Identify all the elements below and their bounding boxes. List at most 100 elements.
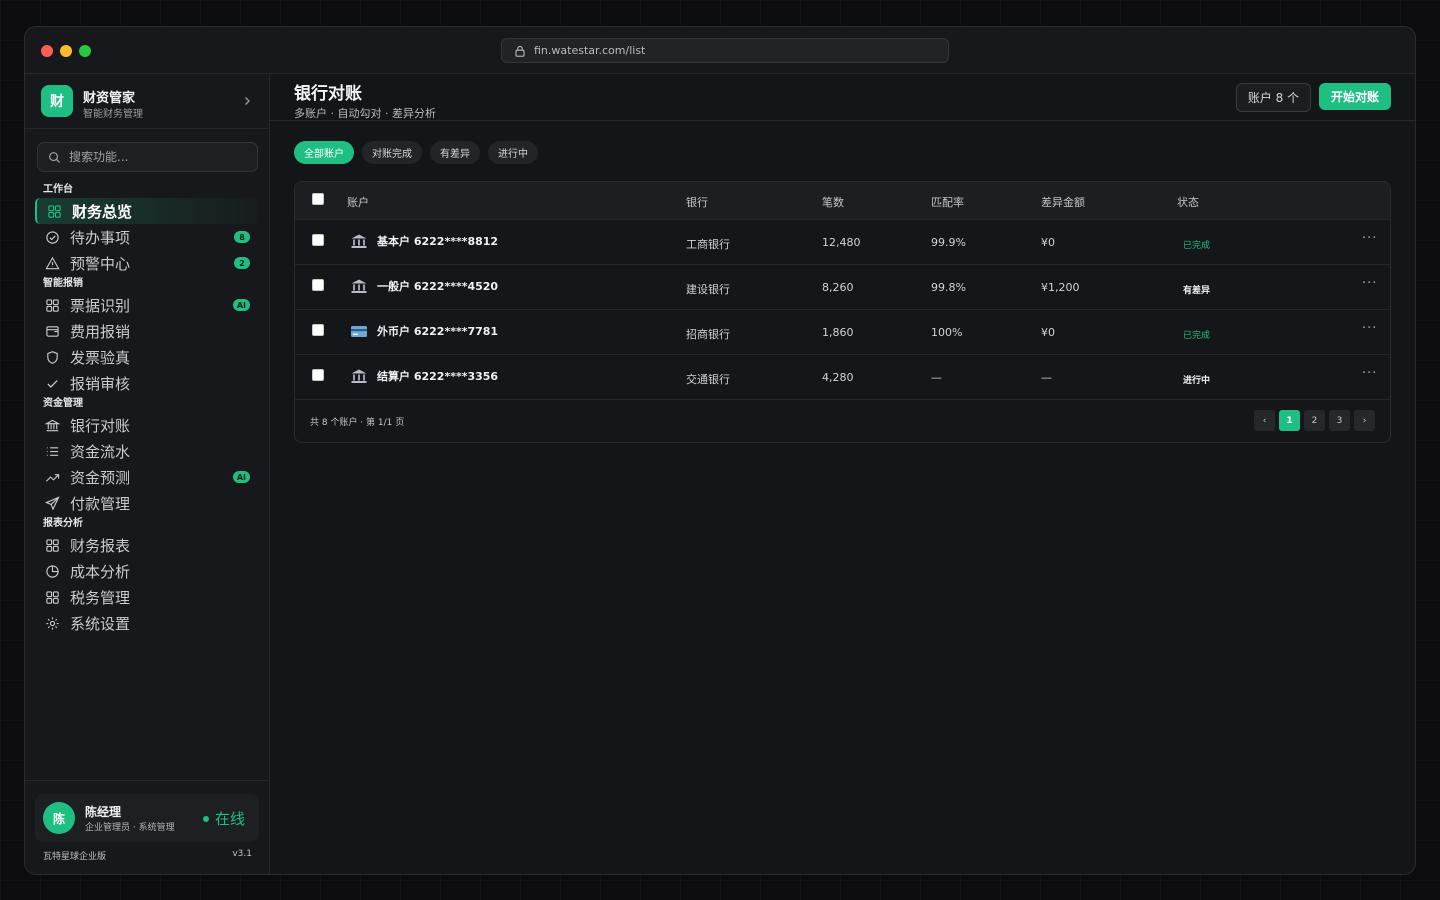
- sidebar-item-label: 发票验真: [70, 348, 131, 367]
- trend-icon: [46, 473, 60, 482]
- sidebar-item-review[interactable]: 报销审核: [25, 370, 270, 396]
- wallet-icon: [46, 325, 59, 337]
- sidebar-item-overview[interactable]: 财务总览: [35, 198, 258, 224]
- header-status: 状态: [1177, 196, 1199, 209]
- maximize-window-button[interactable]: [79, 45, 91, 57]
- rate-cell: 100%: [931, 326, 963, 339]
- chevron-right-icon[interactable]: [241, 95, 253, 107]
- bank-icon: [351, 279, 367, 293]
- select-all-checkbox[interactable]: [312, 193, 324, 205]
- list-icon: [46, 446, 59, 456]
- status-badge: 进行中: [1183, 376, 1211, 386]
- header-rate: 匹配率: [931, 196, 964, 209]
- sidebar-item-receipt-ocr[interactable]: 票据识别 AI: [25, 292, 270, 318]
- account-count-button[interactable]: 账户 8 个: [1236, 83, 1311, 112]
- sidebar-item-cash-flow[interactable]: 资金流水: [25, 438, 270, 464]
- table-row[interactable]: 结算户 6222****3356 交通银行 4,280 — — 进行中 ···: [295, 354, 1390, 399]
- more-actions-button[interactable]: ···: [1362, 231, 1377, 246]
- sidebar-item-forecast[interactable]: 资金预测 AI: [25, 464, 270, 490]
- lock-icon: [515, 45, 525, 57]
- sidebar-item-label: 财务总览: [72, 202, 133, 221]
- filter-diff[interactable]: 有差异: [430, 141, 480, 164]
- page-button-3[interactable]: 3: [1329, 410, 1350, 431]
- gear-icon: [46, 616, 59, 630]
- pagination: ‹ 1 2 3 ›: [1254, 410, 1375, 431]
- address-bar[interactable]: fin.watestar.com/list: [501, 38, 949, 63]
- nav-group-label: 资金管理: [43, 398, 83, 409]
- grid-icon: [46, 538, 59, 552]
- table-row[interactable]: 外币户 6222****7781 招商银行 1,860 100% ¥0 已完成 …: [295, 309, 1390, 354]
- sidebar-item-label: 成本分析: [70, 562, 131, 581]
- prev-page-button[interactable]: ‹: [1254, 410, 1275, 431]
- account-cell: 一般户 6222****4520: [350, 278, 498, 294]
- row-checkbox[interactable]: [312, 324, 324, 336]
- header-count: 笔数: [822, 196, 844, 209]
- account-cell: 外币户 6222****7781: [350, 323, 498, 339]
- filter-all[interactable]: 全部账户: [294, 141, 354, 164]
- row-checkbox[interactable]: [312, 234, 324, 246]
- url-text: fin.watestar.com/list: [534, 44, 646, 57]
- row-checkbox[interactable]: [312, 279, 324, 291]
- sidebar-item-alerts[interactable]: 预警中心 2: [25, 250, 270, 276]
- sidebar-item-invoice-verify[interactable]: 发票验真: [25, 344, 270, 370]
- ai-badge: AI: [232, 299, 250, 311]
- search-box[interactable]: [37, 142, 258, 172]
- rate-cell: 99.9%: [931, 236, 966, 249]
- sidebar-item-label: 付款管理: [70, 494, 131, 513]
- window-controls: [41, 45, 91, 57]
- more-actions-button[interactable]: ···: [1362, 276, 1377, 291]
- page-button-1[interactable]: 1: [1279, 410, 1300, 431]
- status-text: 在线: [214, 810, 245, 828]
- start-reconcile-button[interactable]: 开始对账: [1319, 83, 1391, 110]
- nav-group-label: 工作台: [43, 184, 73, 195]
- sidebar-nav: 工作台 财务总览 待办事项 8 预警中心 2 智能报销 票据识别 AI 费用报销…: [25, 182, 270, 636]
- bank-cell: 交通银行: [686, 373, 730, 386]
- shield-icon: [47, 350, 58, 364]
- grid-icon: [46, 298, 59, 312]
- rate-cell: 99.8%: [931, 281, 966, 294]
- accounts-table: 账户 银行 笔数 匹配率 差异金额 状态 基本户 6222****8812 工商…: [294, 181, 1391, 443]
- page-title: 银行对账: [294, 84, 362, 104]
- user-role: 企业管理员 · 系统管理: [85, 823, 175, 833]
- diff-cell: ¥1,200: [1041, 281, 1080, 294]
- bank-icon: [351, 369, 367, 383]
- row-checkbox[interactable]: [312, 369, 324, 381]
- more-actions-button[interactable]: ···: [1362, 366, 1377, 381]
- close-window-button[interactable]: [41, 45, 53, 57]
- bank-cell: 工商银行: [686, 238, 730, 251]
- account-name: 结算户 6222****3356: [377, 370, 499, 383]
- more-actions-button[interactable]: ···: [1362, 321, 1377, 336]
- header-bank: 银行: [686, 196, 708, 209]
- sidebar-item-cost-analysis[interactable]: 成本分析: [25, 558, 270, 584]
- page-header: 银行对账 多账户 · 自动勾对 · 差异分析 账户 8 个 开始对账: [270, 74, 1415, 121]
- search-input[interactable]: [69, 150, 239, 164]
- warning-icon: [45, 256, 60, 269]
- page-button-2[interactable]: 2: [1304, 410, 1325, 431]
- sidebar-item-todo[interactable]: 待办事项 8: [25, 224, 270, 250]
- check-icon: [47, 379, 58, 388]
- filter-done[interactable]: 对账完成: [362, 141, 422, 164]
- avatar: 陈: [43, 802, 75, 834]
- edition-label: 瓦特星球企业版: [43, 852, 107, 862]
- nav-group-label: 报表分析: [43, 518, 83, 529]
- table-row[interactable]: 一般户 6222****4520 建设银行 8,260 99.8% ¥1,200…: [295, 264, 1390, 309]
- brand-header[interactable]: 财 财资管家 智能财务管理: [25, 74, 269, 129]
- sidebar-item-tax[interactable]: 税务管理: [25, 584, 270, 610]
- filter-running[interactable]: 进行中: [488, 141, 538, 164]
- search-icon: [49, 151, 61, 163]
- sidebar-item-label: 资金流水: [70, 442, 131, 461]
- diff-cell: —: [1041, 371, 1052, 384]
- brand-logo: 财: [41, 85, 73, 117]
- sidebar-item-reports[interactable]: 财务报表: [25, 532, 270, 558]
- table-row[interactable]: 基本户 6222****8812 工商银行 12,480 99.9% ¥0 已完…: [295, 219, 1390, 264]
- sidebar-item-expense[interactable]: 费用报销: [25, 318, 270, 344]
- minimize-window-button[interactable]: [60, 45, 72, 57]
- sidebar-item-bank-reconcile[interactable]: 银行对账: [25, 412, 270, 438]
- user-card[interactable]: 陈 陈经理 企业管理员 · 系统管理 在线: [35, 794, 259, 842]
- sidebar-item-payment[interactable]: 付款管理: [25, 490, 270, 516]
- user-name: 陈经理: [85, 805, 122, 819]
- next-page-button[interactable]: ›: [1354, 410, 1375, 431]
- sidebar-item-settings[interactable]: 系统设置: [25, 610, 270, 636]
- sidebar-item-label: 票据识别: [70, 296, 131, 315]
- app-window: fin.watestar.com/list 财 财资管家 智能财务管理 工作台 …: [24, 26, 1416, 875]
